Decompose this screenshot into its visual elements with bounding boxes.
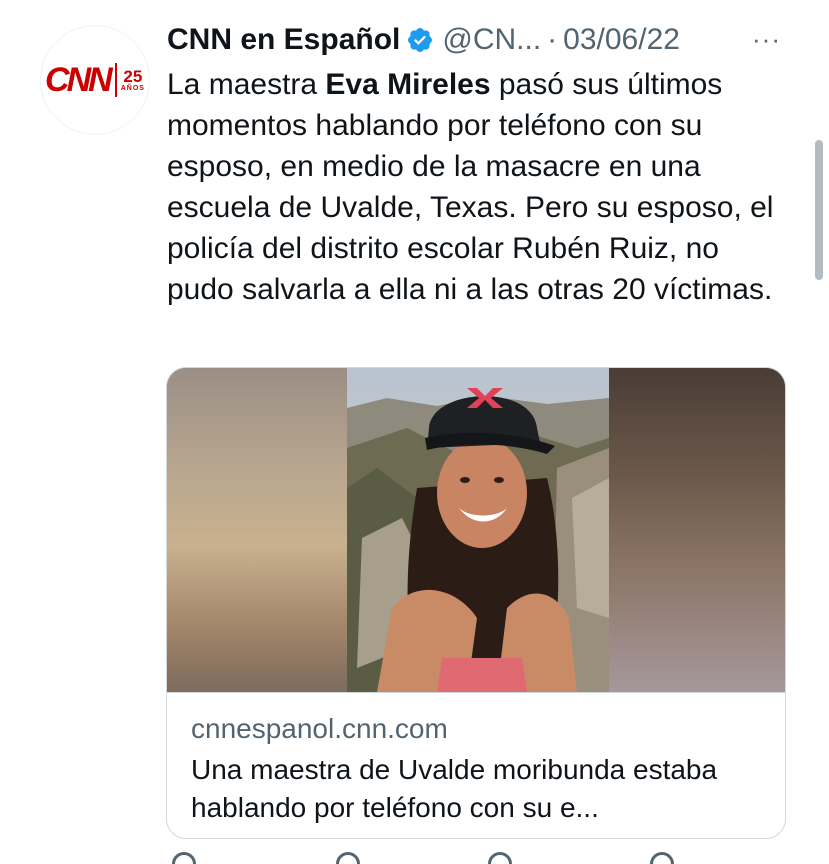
blurred-background-left bbox=[167, 368, 347, 692]
tweet-text-bold: Eva Mireles bbox=[325, 68, 491, 101]
blurred-background-right bbox=[609, 368, 785, 692]
author-handle[interactable]: @CN... bbox=[442, 23, 541, 57]
anniversary-number: 25 bbox=[123, 67, 143, 86]
verified-badge-icon bbox=[408, 28, 433, 52]
card-title: Una maestra de Uvalde moribunda estaba h… bbox=[191, 754, 718, 823]
tweet-text: La maestra Eva Mireles pasó sus últimos … bbox=[167, 64, 782, 310]
tweet-text-start: La maestra bbox=[167, 68, 326, 101]
tweet-header: CNN en Español @CN... · 03/06/22 bbox=[167, 20, 680, 60]
card-domain: cnnespanol.cnn.com bbox=[191, 713, 448, 744]
header-separator: · bbox=[547, 23, 558, 56]
anniversary-badge: 25 AÑOS bbox=[121, 68, 145, 92]
article-photo bbox=[347, 368, 609, 692]
tweet-date[interactable]: 03/06/22 bbox=[563, 23, 680, 57]
tweet-text-end: pasó sus últimos momentos hablando por t… bbox=[167, 68, 774, 306]
link-card[interactable]: cnnespanol.cnn.com Una maestra de Uvalde… bbox=[166, 367, 786, 839]
more-options-icon[interactable]: ··· bbox=[752, 24, 781, 55]
share-icon[interactable] bbox=[650, 852, 674, 864]
card-media[interactable] bbox=[167, 368, 785, 692]
profile-avatar[interactable]: CNN 25 AÑOS bbox=[40, 25, 150, 135]
like-icon[interactable] bbox=[488, 852, 512, 864]
logo-divider bbox=[114, 63, 117, 97]
card-meta[interactable]: cnnespanol.cnn.com Una maestra de Uvalde… bbox=[167, 692, 785, 838]
tweet-actions bbox=[166, 852, 786, 864]
scrollbar-thumb[interactable] bbox=[815, 140, 823, 280]
author-name[interactable]: CNN en Español bbox=[167, 23, 400, 57]
reply-icon[interactable] bbox=[172, 852, 196, 864]
cnn-logo: CNN bbox=[45, 60, 113, 99]
anniversary-word: AÑOS bbox=[120, 85, 145, 92]
retweet-icon[interactable] bbox=[336, 852, 360, 864]
